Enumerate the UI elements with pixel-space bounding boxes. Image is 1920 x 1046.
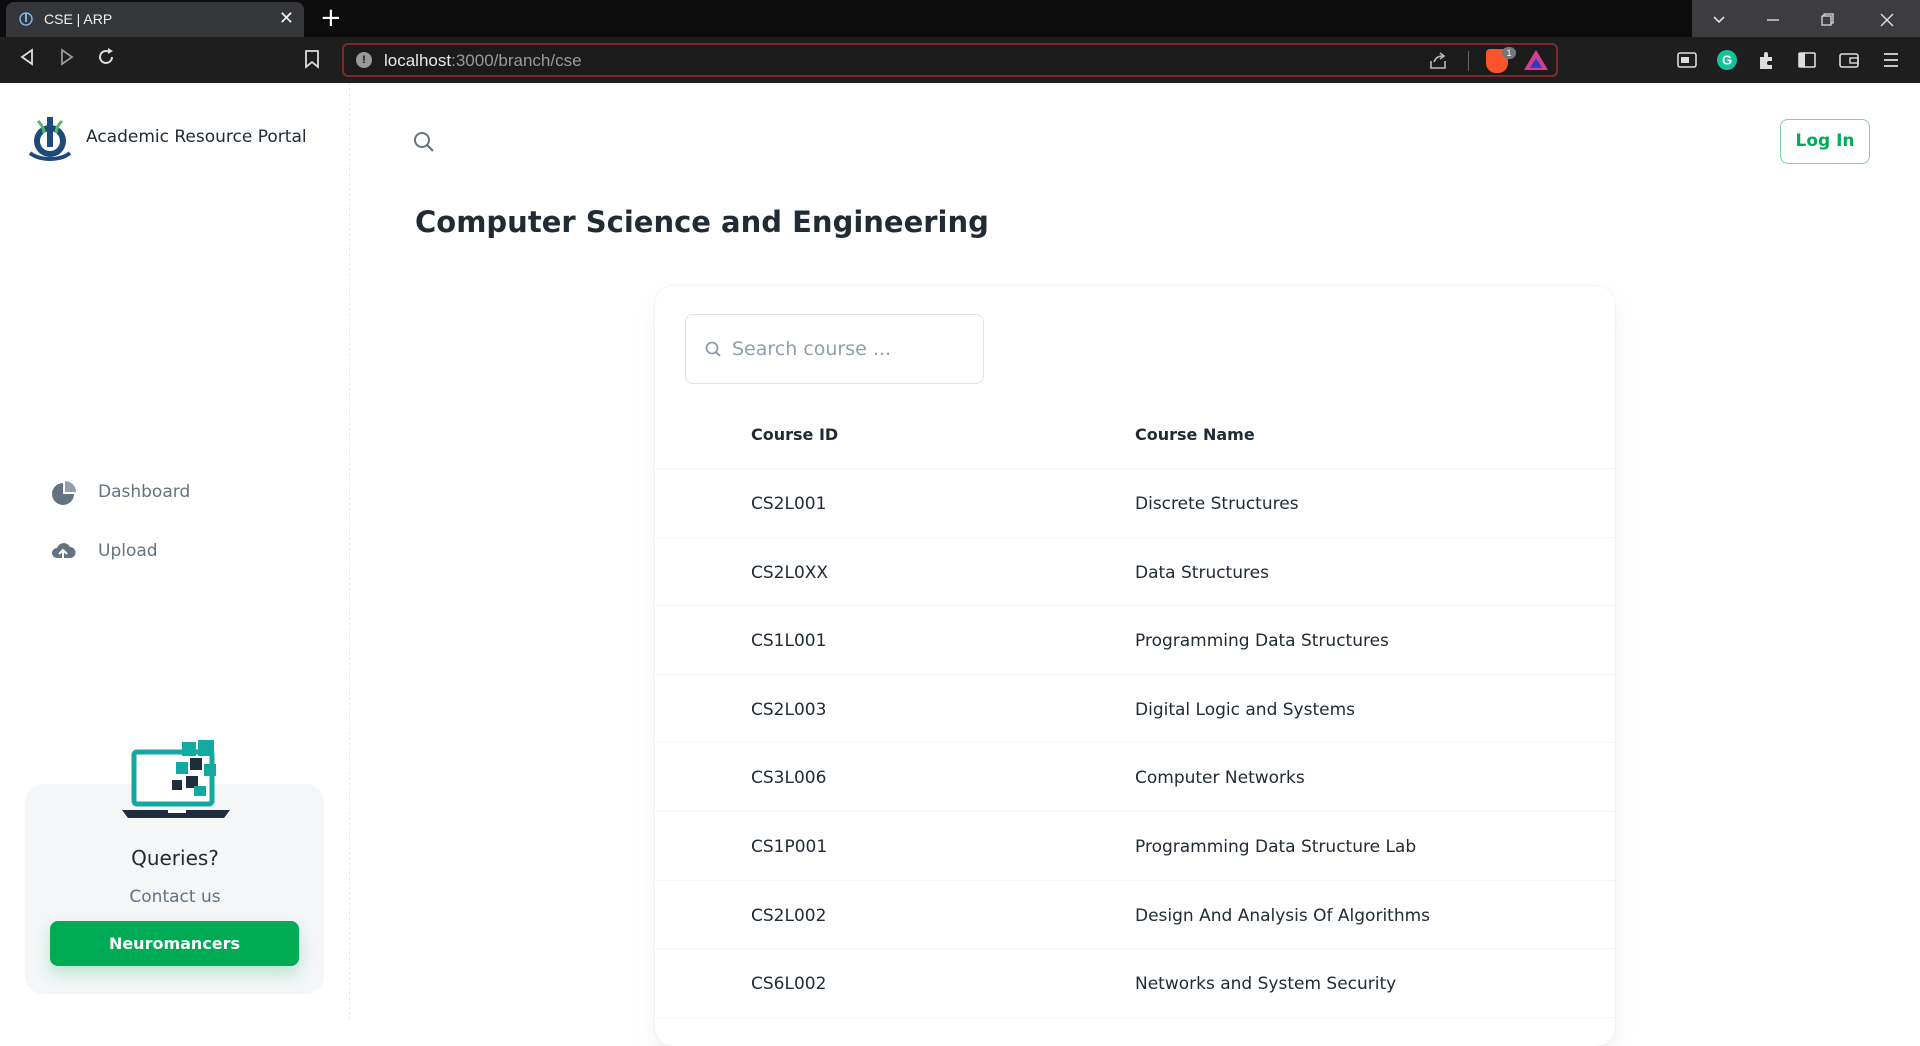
reload-icon[interactable] <box>96 47 116 67</box>
course-name-cell: Discrete Structures <box>1135 494 1299 514</box>
course-id-cell: CS2L001 <box>751 494 827 514</box>
course-id-cell: CS2L0XX <box>751 562 829 583</box>
sidebar-item-label: Upload <box>98 541 158 561</box>
search-icon <box>705 341 721 357</box>
browser-chrome: CSE | ARP ✕ + ! localhost:3000/branch/cs… <box>0 0 1920 83</box>
extensions-icon[interactable] <box>1756 49 1778 71</box>
wallet-icon[interactable] <box>1838 49 1860 71</box>
course-id-cell: CS3L006 <box>751 768 827 789</box>
browser-menu-icon[interactable] <box>1880 49 1902 71</box>
course-id-cell: CS1L001 <box>751 631 827 652</box>
sidebar-item-dashboard[interactable]: Dashboard <box>50 469 310 515</box>
course-name-cell: Digital Logic and Systems <box>1135 699 1356 720</box>
sidebar-item-label: Dashboard <box>98 482 191 502</box>
share-icon[interactable] <box>1428 51 1448 71</box>
url-text[interactable]: localhost:3000/branch/cse <box>384 51 582 71</box>
sidebar: Academic Resource Portal Dashboard Uploa… <box>0 83 350 1020</box>
browser-tab[interactable]: CSE | ARP ✕ <box>6 2 304 37</box>
help-subtitle: Contact us <box>129 887 221 907</box>
course-name-cell: Computer Networks <box>1135 768 1305 789</box>
course-search-box[interactable] <box>685 314 984 384</box>
course-name-cell: Programming Data Structure Lab <box>1135 836 1417 857</box>
course-name-cell: Programming Data Structures <box>1135 631 1389 652</box>
page: Academic Resource Portal Dashboard Uploa… <box>0 83 1920 1046</box>
contact-button[interactable]: Neuromancers <box>50 921 299 966</box>
browser-toolbar: ! localhost:3000/branch/cse 1 G <box>0 37 1920 83</box>
back-icon[interactable] <box>18 47 36 67</box>
login-button[interactable]: Log In <box>1780 119 1870 164</box>
table-row[interactable]: CS1P001 Programming Data Structure Lab <box>655 812 1615 881</box>
table-body: CS2L001 Discrete Structures CS2L0XX Data… <box>655 469 1615 1018</box>
table-row[interactable]: CS2L001 Discrete Structures <box>655 469 1615 538</box>
course-id-cell: CS2L002 <box>751 905 827 926</box>
minimize-window-icon[interactable] <box>1746 0 1800 37</box>
column-header-course-name[interactable]: Course Name <box>1135 425 1255 444</box>
address-bar[interactable]: ! localhost:3000/branch/cse 1 <box>342 43 1558 77</box>
course-name-cell: Networks and System Security <box>1135 974 1397 995</box>
rewards-inner <box>1530 58 1542 68</box>
table-row[interactable]: CS2L002 Design And Analysis Of Algorithm… <box>655 881 1615 950</box>
forward-icon[interactable] <box>58 47 76 67</box>
course-id-cell: CS1P001 <box>751 836 828 857</box>
grammarly-icon[interactable]: G <box>1716 49 1738 71</box>
page-title: Computer Science and Engineering <box>415 205 989 239</box>
app-logo[interactable]: Academic Resource Portal <box>24 111 307 163</box>
table-row[interactable]: CS6L002 Networks and System Security <box>655 949 1615 1018</box>
close-window-icon[interactable] <box>1854 0 1920 37</box>
svg-text:G: G <box>1722 53 1732 68</box>
help-title: Queries? <box>131 846 219 870</box>
app-name: Academic Resource Portal <box>86 127 307 147</box>
search-icon[interactable] <box>412 130 436 154</box>
table-row[interactable]: CS2L003 Digital Logic and Systems <box>655 675 1615 744</box>
table-row[interactable]: CS1L001 Programming Data Structures <box>655 606 1615 675</box>
sidebar-item-upload[interactable]: Upload <box>50 528 310 574</box>
course-id-cell: CS6L002 <box>751 974 827 995</box>
laptop-illustration-icon <box>122 740 230 818</box>
bookmark-icon[interactable] <box>304 49 320 69</box>
tab-title: CSE | ARP <box>44 11 113 27</box>
cloud-upload-icon <box>52 543 76 560</box>
portal-logo-icon <box>28 117 72 161</box>
close-tab-icon[interactable]: ✕ <box>279 9 294 29</box>
sidebar-toggle-icon[interactable] <box>1796 49 1818 71</box>
tab-search-dropdown-icon[interactable] <box>1692 0 1746 37</box>
media-icon[interactable] <box>1676 49 1698 71</box>
url-separator <box>1468 51 1469 71</box>
column-header-course-id[interactable]: Course ID <box>751 425 838 444</box>
course-search-input[interactable] <box>732 325 972 373</box>
course-id-cell: CS2L003 <box>751 699 827 720</box>
course-name-cell: Data Structures <box>1135 562 1269 583</box>
new-tab-button[interactable]: + <box>320 4 342 32</box>
course-name-cell: Design And Analysis Of Algorithms <box>1135 905 1431 926</box>
restore-window-icon[interactable] <box>1800 0 1854 37</box>
pie-chart-icon <box>52 481 76 505</box>
table-row[interactable]: CS2L0XX Data Structures <box>655 538 1615 607</box>
table-header: Course ID Course Name <box>655 401 1615 469</box>
shields-count-badge: 1 <box>1502 47 1516 59</box>
site-info-icon[interactable]: ! <box>356 52 372 68</box>
table-row[interactable]: CS3L006 Computer Networks <box>655 743 1615 812</box>
app-favicon-icon <box>19 12 33 26</box>
course-table-card: Course ID Course Name CS2L001 Discrete S… <box>655 286 1615 1046</box>
